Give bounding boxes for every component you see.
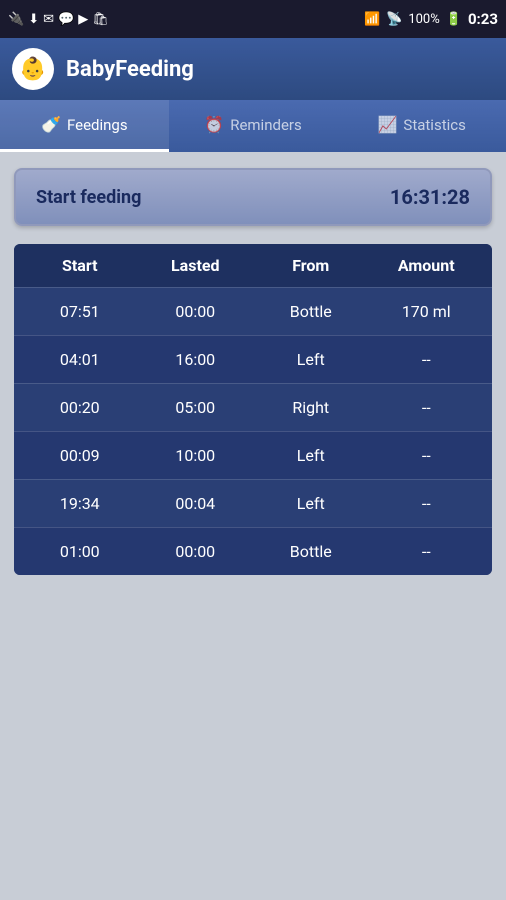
table-row[interactable]: 04:01 16:00 Left -- bbox=[14, 335, 492, 383]
play-icon: ▶ bbox=[78, 12, 88, 27]
tab-feedings[interactable]: 🍼 Feedings bbox=[0, 100, 169, 152]
cell-amount: -- bbox=[369, 494, 485, 513]
cell-from: Bottle bbox=[253, 302, 369, 321]
usb-icon: 🔌 bbox=[8, 12, 24, 27]
cell-amount: 170 ml bbox=[369, 302, 485, 321]
cell-from: Left bbox=[253, 494, 369, 513]
table-row[interactable]: 01:00 00:00 Bottle -- bbox=[14, 527, 492, 575]
cell-lasted: 05:00 bbox=[138, 398, 254, 417]
cell-amount: -- bbox=[369, 350, 485, 369]
logo-emoji: 👶 bbox=[19, 57, 46, 82]
cell-from: Bottle bbox=[253, 542, 369, 561]
cell-lasted: 00:00 bbox=[138, 302, 254, 321]
table-header: Start Lasted From Amount bbox=[14, 244, 492, 287]
cell-amount: -- bbox=[369, 446, 485, 465]
feeding-table: Start Lasted From Amount 07:51 00:00 Bot… bbox=[14, 244, 492, 575]
chat-icon: 💬 bbox=[58, 12, 74, 27]
cell-from: Left bbox=[253, 446, 369, 465]
cell-from: Right bbox=[253, 398, 369, 417]
tab-statistics-label: Statistics bbox=[403, 116, 465, 134]
tab-statistics[interactable]: 📈 Statistics bbox=[337, 100, 506, 152]
table-row[interactable]: 19:34 00:04 Left -- bbox=[14, 479, 492, 527]
cell-start: 04:01 bbox=[22, 350, 138, 369]
status-icons-left: 🔌 ⬇ ✉ 💬 ▶ 🛍 bbox=[8, 12, 109, 27]
status-time: 0:23 bbox=[468, 10, 498, 28]
status-bar: 🔌 ⬇ ✉ 💬 ▶ 🛍 📶 📡 100% 🔋 0:23 bbox=[0, 0, 506, 38]
cell-lasted: 10:00 bbox=[138, 446, 254, 465]
tab-reminders-label: Reminders bbox=[230, 116, 302, 134]
start-feeding-time: 16:31:28 bbox=[390, 185, 470, 209]
cell-start: 07:51 bbox=[22, 302, 138, 321]
header-amount: Amount bbox=[369, 256, 485, 275]
feedings-icon: 🍼 bbox=[41, 115, 61, 134]
main-content: Start feeding 16:31:28 Start Lasted From… bbox=[0, 152, 506, 900]
signal-icon: 📡 bbox=[386, 12, 402, 27]
header-lasted: Lasted bbox=[138, 256, 254, 275]
tab-bar: 🍼 Feedings ⏰ Reminders 📈 Statistics bbox=[0, 100, 506, 152]
cell-from: Left bbox=[253, 350, 369, 369]
gmail-icon: ✉ bbox=[43, 12, 54, 27]
cell-start: 00:20 bbox=[22, 398, 138, 417]
cell-start: 19:34 bbox=[22, 494, 138, 513]
table-row[interactable]: 00:09 10:00 Left -- bbox=[14, 431, 492, 479]
wifi-icon: 📶 bbox=[364, 12, 380, 27]
store-icon: 🛍 bbox=[92, 12, 109, 27]
table-row[interactable]: 00:20 05:00 Right -- bbox=[14, 383, 492, 431]
cell-lasted: 00:00 bbox=[138, 542, 254, 561]
reminders-icon: ⏰ bbox=[204, 115, 224, 134]
download-icon: ⬇ bbox=[28, 12, 39, 27]
tab-reminders[interactable]: ⏰ Reminders bbox=[169, 100, 338, 152]
header-from: From bbox=[253, 256, 369, 275]
cell-start: 01:00 bbox=[22, 542, 138, 561]
cell-lasted: 00:04 bbox=[138, 494, 254, 513]
battery-percent: 100% bbox=[408, 12, 439, 27]
app-logo: 👶 bbox=[12, 48, 54, 90]
header-start: Start bbox=[22, 256, 138, 275]
app-title: BabyFeeding bbox=[66, 57, 194, 82]
start-feeding-label: Start feeding bbox=[36, 187, 141, 208]
statistics-icon: 📈 bbox=[378, 115, 398, 134]
battery-icon: 🔋 bbox=[446, 12, 462, 27]
cell-amount: -- bbox=[369, 542, 485, 561]
app-header: 👶 BabyFeeding bbox=[0, 38, 506, 100]
table-body: 07:51 00:00 Bottle 170 ml 04:01 16:00 Le… bbox=[14, 287, 492, 575]
status-icons-right: 📶 📡 100% 🔋 0:23 bbox=[364, 10, 498, 28]
cell-amount: -- bbox=[369, 398, 485, 417]
cell-lasted: 16:00 bbox=[138, 350, 254, 369]
cell-start: 00:09 bbox=[22, 446, 138, 465]
table-row[interactable]: 07:51 00:00 Bottle 170 ml bbox=[14, 287, 492, 335]
tab-feedings-label: Feedings bbox=[67, 116, 128, 134]
start-feeding-button[interactable]: Start feeding 16:31:28 bbox=[14, 168, 492, 226]
